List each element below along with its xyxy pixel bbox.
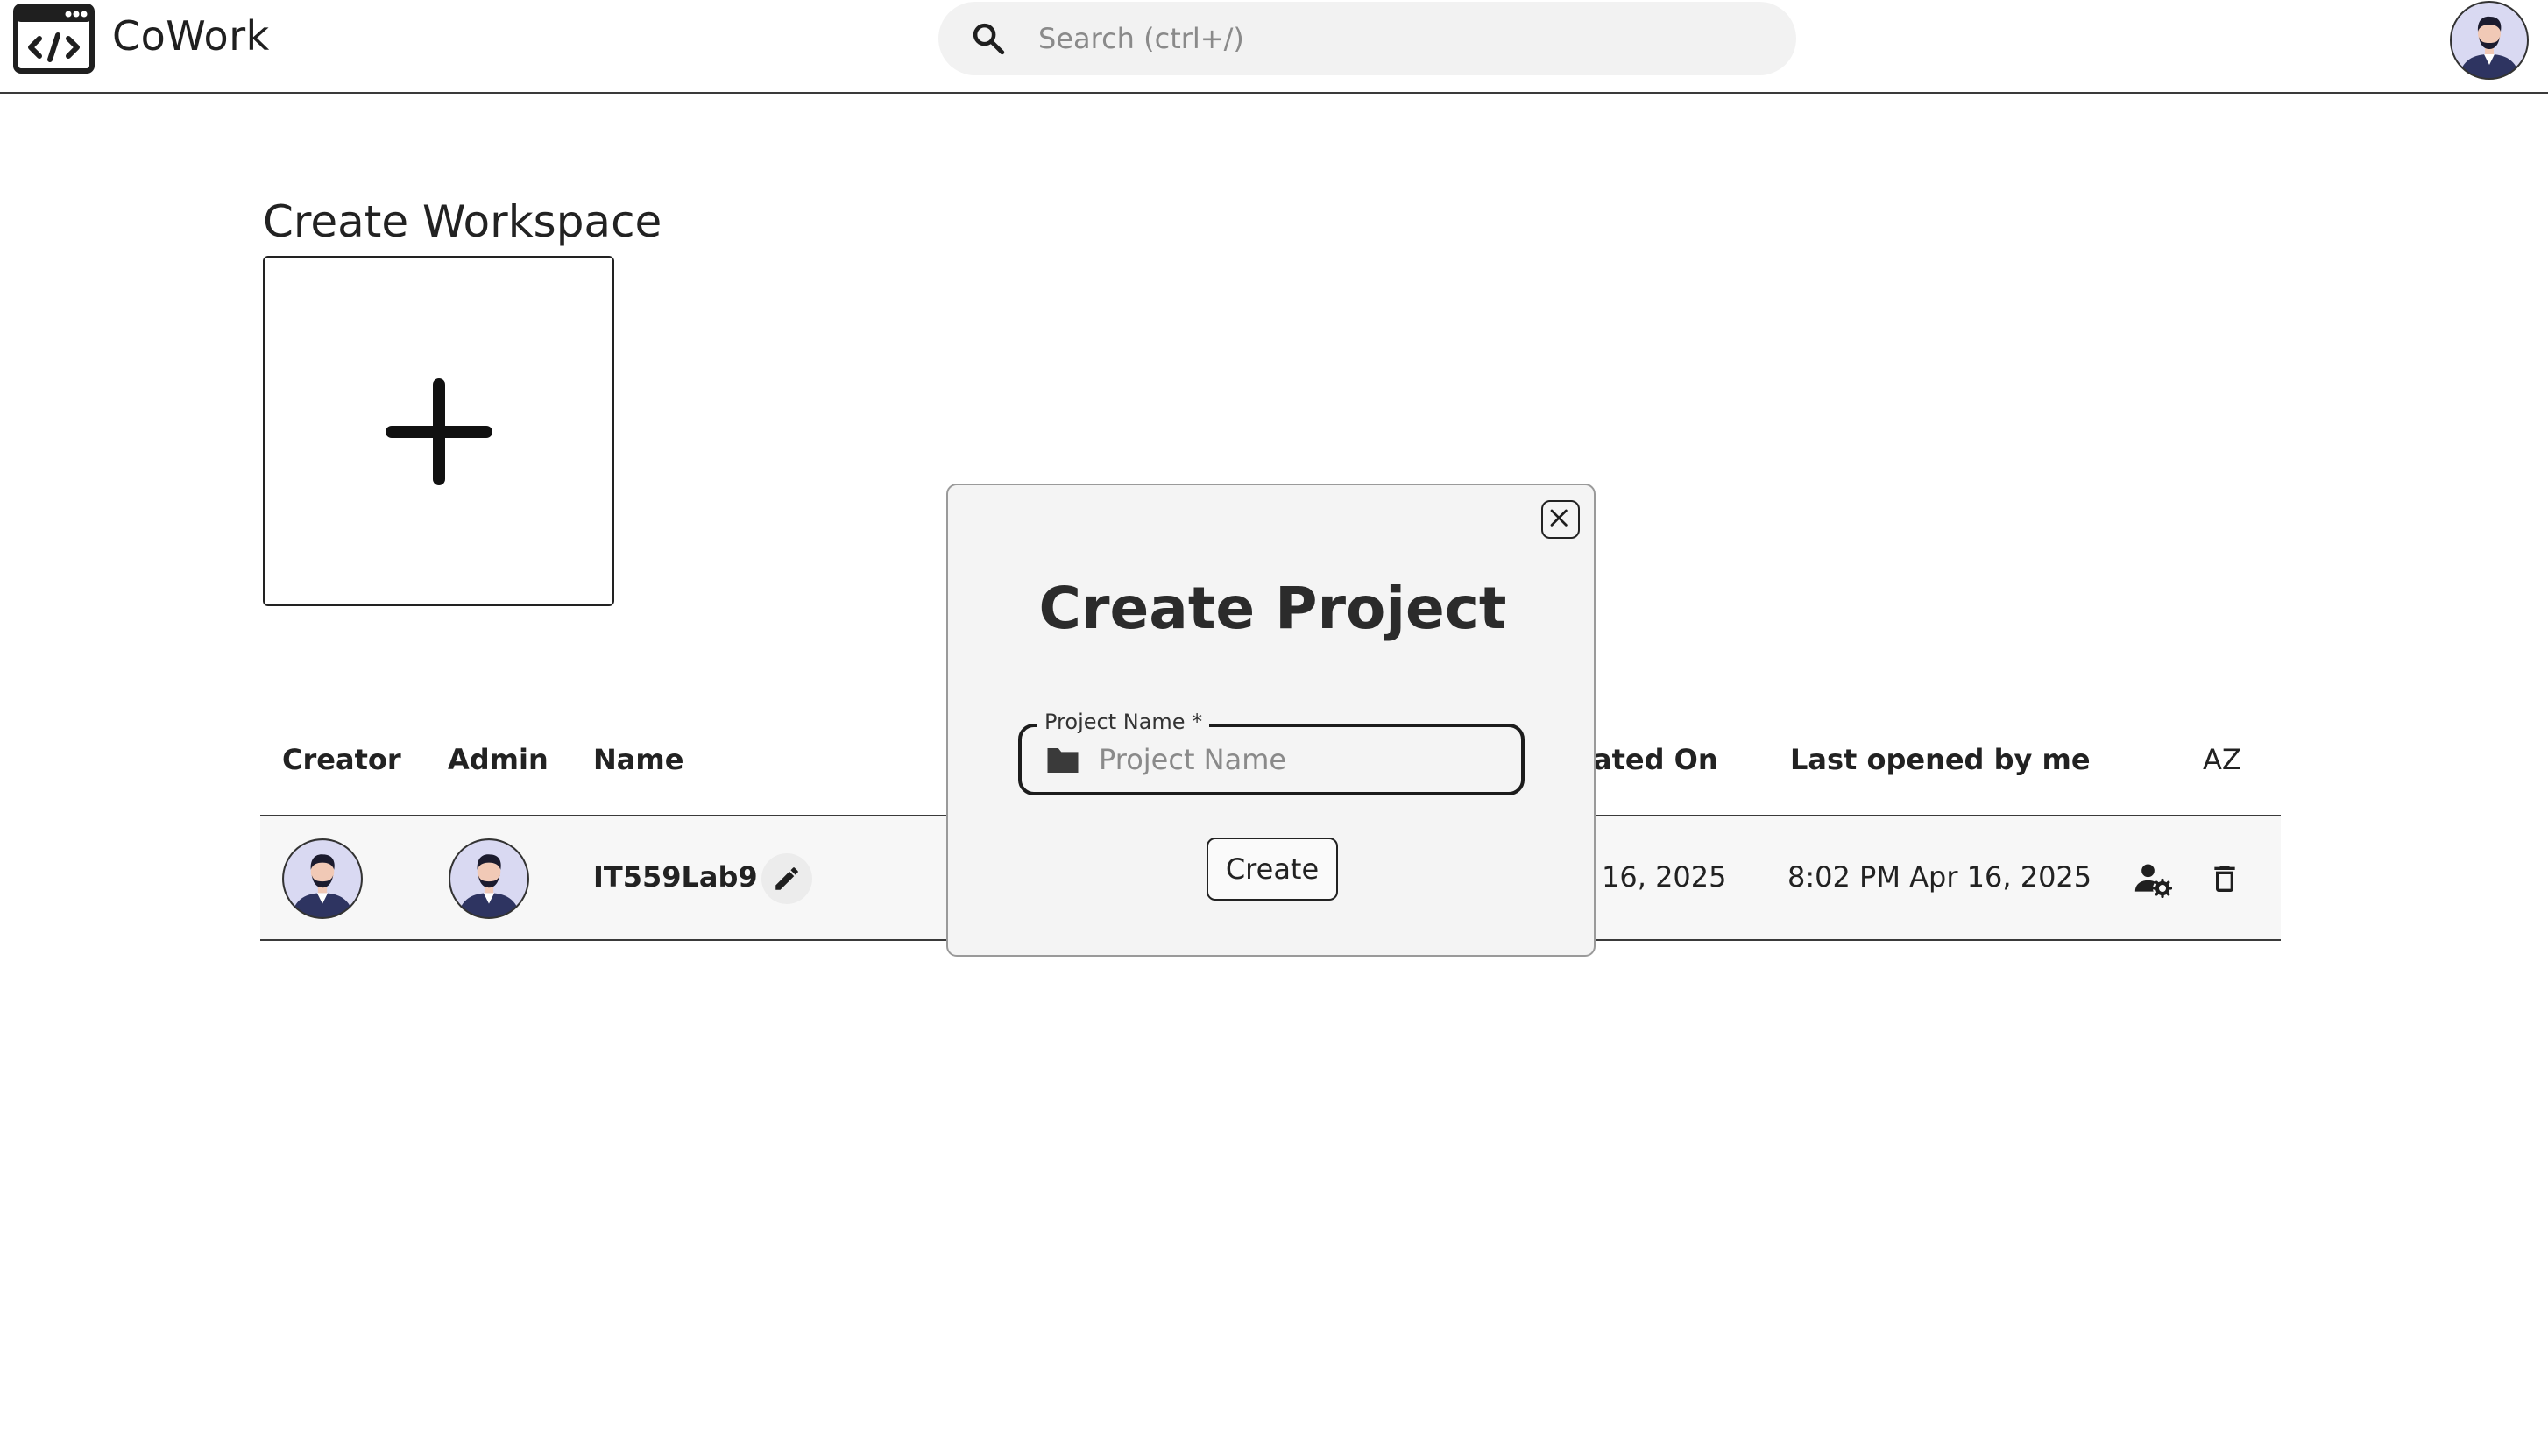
admin-avatar	[449, 838, 529, 919]
column-header-name: Name	[593, 743, 684, 776]
create-workspace-title: Create Workspace	[263, 196, 662, 247]
dialog-title: Create Project	[1038, 575, 1507, 642]
column-header-creator: Creator	[282, 743, 401, 776]
close-icon	[1550, 509, 1568, 527]
search-bar[interactable]	[938, 2, 1796, 75]
created-on-value: 16, 2025	[1602, 860, 1727, 894]
search-icon	[973, 23, 1005, 55]
user-settings-icon	[2134, 864, 2172, 898]
create-project-dialog: Create Project Project Name * Create	[946, 484, 1596, 957]
search-input[interactable]	[1037, 2, 1755, 75]
edit-name-button[interactable]	[761, 853, 812, 904]
project-name-input[interactable]	[1097, 727, 1509, 792]
delete-workspace-button[interactable]	[2199, 853, 2250, 904]
create-project-button[interactable]: Create	[1207, 838, 1338, 901]
manage-members-button[interactable]	[2127, 853, 2178, 904]
app-brand-name[interactable]: CoWork	[112, 12, 270, 60]
user-avatar[interactable]	[2449, 0, 2530, 81]
workspace-name[interactable]: IT559Lab9	[593, 860, 758, 894]
create-workspace-button[interactable]	[263, 256, 614, 606]
last-opened-value: 8:02 PM Apr 16, 2025	[1787, 860, 2092, 894]
folder-icon	[1047, 748, 1079, 773]
close-dialog-button[interactable]	[1541, 500, 1580, 539]
project-name-field[interactable]: Project Name *	[1018, 710, 1525, 795]
plus-icon	[386, 378, 492, 485]
trash-icon	[2214, 866, 2235, 892]
creator-avatar	[282, 838, 363, 919]
column-header-last-opened: Last opened by me	[1790, 743, 2091, 776]
column-header-created-on: ated On	[1593, 743, 1718, 776]
sort-az-button[interactable]: AZ	[2203, 743, 2241, 776]
pencil-icon	[775, 867, 798, 890]
column-header-admin: Admin	[448, 743, 549, 776]
top-bar: CoWork	[0, 0, 2548, 94]
code-window-icon[interactable]	[13, 4, 95, 74]
